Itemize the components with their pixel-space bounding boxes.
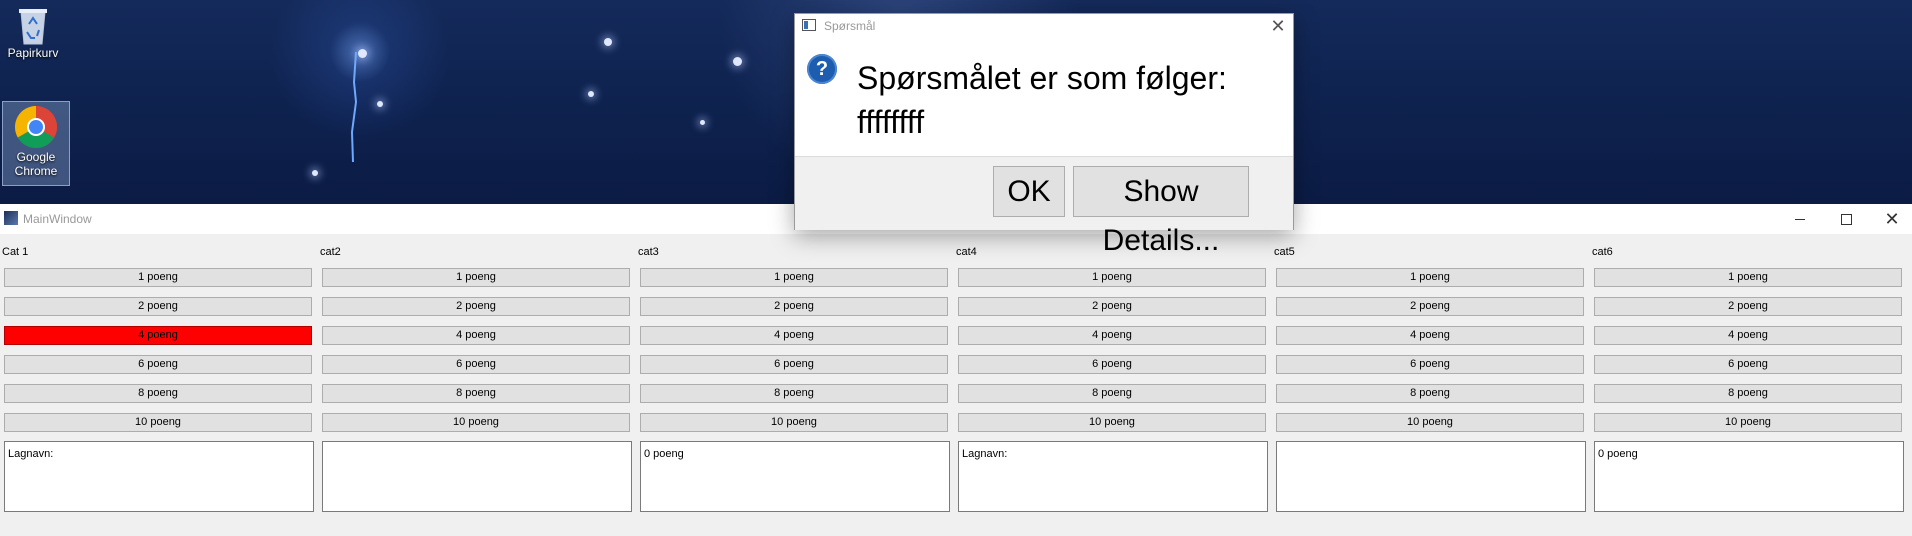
minimize-icon: [1795, 218, 1805, 220]
points-button-4[interactable]: 4 poeng: [640, 326, 948, 345]
points-button-1[interactable]: 1 poeng: [322, 268, 630, 287]
points-button-10[interactable]: 10 poeng: [4, 413, 312, 432]
team-text-box[interactable]: 0 poeng: [640, 441, 950, 512]
recycle-bin-icon: [19, 9, 47, 45]
points-button-6[interactable]: 6 poeng: [1594, 355, 1902, 374]
desktop-icon-label: Papirkurv: [7, 46, 59, 60]
points-button-1[interactable]: 1 poeng: [958, 268, 1266, 287]
star: [377, 101, 383, 107]
question-icon: ?: [807, 54, 837, 84]
lightning-streak: [350, 52, 358, 162]
chrome-icon: [14, 105, 58, 149]
points-button-1[interactable]: 1 poeng: [4, 268, 312, 287]
dialog-message-line: Spørsmålet er som følger:: [857, 60, 1227, 96]
show-details-button[interactable]: Show Details...: [1073, 166, 1249, 257]
points-button-2[interactable]: 2 poeng: [958, 297, 1266, 316]
points-button-2[interactable]: 2 poeng: [640, 297, 948, 316]
points-button-10[interactable]: 10 poeng: [640, 413, 948, 432]
ok-button[interactable]: OK: [993, 166, 1065, 217]
star: [588, 91, 594, 97]
close-icon: ✕: [1270, 16, 1286, 36]
team-text-box[interactable]: [322, 441, 632, 512]
category-label: cat5: [1274, 246, 1295, 258]
star: [700, 120, 705, 125]
points-button-6[interactable]: 6 poeng: [958, 355, 1266, 374]
points-button-4[interactable]: 4 poeng: [1276, 326, 1584, 345]
dialog-button-bar: OK Show Details...: [795, 156, 1293, 257]
maximize-button[interactable]: [1823, 204, 1869, 234]
points-button-6[interactable]: 6 poeng: [4, 355, 312, 374]
points-button-6[interactable]: 6 poeng: [640, 355, 948, 374]
team-text-box[interactable]: Lagnavn:: [4, 441, 314, 512]
points-button-2[interactable]: 2 poeng: [4, 297, 312, 316]
points-button-4[interactable]: 4 poeng: [322, 326, 630, 345]
points-button-10[interactable]: 10 poeng: [322, 413, 630, 432]
app-icon: [4, 211, 18, 225]
points-button-8[interactable]: 8 poeng: [1276, 384, 1584, 403]
dialog-title: Spørsmål: [824, 19, 876, 33]
window-title: MainWindow: [23, 212, 92, 226]
points-button-8[interactable]: 8 poeng: [4, 384, 312, 403]
category-label: cat3: [638, 246, 659, 258]
category-label: cat6: [1592, 246, 1613, 258]
points-button-8[interactable]: 8 poeng: [640, 384, 948, 403]
points-button-2[interactable]: 2 poeng: [322, 297, 630, 316]
dialog-message: Spørsmålet er som følger: ffffffff: [857, 56, 1227, 144]
points-button-4[interactable]: 4 poeng: [958, 326, 1266, 345]
close-icon: ✕: [1884, 209, 1900, 229]
main-window: MainWindow ✕ Cat 1 1 poeng 2 poeng 4 poe…: [0, 204, 1912, 536]
points-button-1[interactable]: 1 poeng: [1594, 268, 1902, 287]
points-button-6[interactable]: 6 poeng: [322, 355, 630, 374]
star: [312, 170, 318, 176]
maximize-icon: [1840, 213, 1852, 225]
points-button-6[interactable]: 6 poeng: [1276, 355, 1584, 374]
star: [733, 57, 742, 66]
points-button-4[interactable]: 4 poeng: [1594, 326, 1902, 345]
dialog-close-button[interactable]: ✕: [1265, 14, 1291, 38]
desktop-icon-recycle-bin[interactable]: Papirkurv: [0, 2, 66, 68]
desktop-icon-google-chrome[interactable]: Google Chrome: [2, 101, 70, 186]
question-dialog: Spørsmål ✕ ? Spørsmålet er som følger: f…: [794, 13, 1294, 257]
points-button-2[interactable]: 2 poeng: [1276, 297, 1584, 316]
category-label: cat2: [320, 246, 341, 258]
points-button-2[interactable]: 2 poeng: [1594, 297, 1902, 316]
points-button-1[interactable]: 1 poeng: [1276, 268, 1584, 287]
dialog-window-icon: [802, 19, 816, 31]
points-button-10[interactable]: 10 poeng: [958, 413, 1266, 432]
category-label: Cat 1: [2, 246, 29, 258]
team-text-box[interactable]: [1276, 441, 1586, 512]
team-text-box[interactable]: 0 poeng: [1594, 441, 1904, 512]
points-button-1[interactable]: 1 poeng: [640, 268, 948, 287]
team-text-box[interactable]: Lagnavn:: [958, 441, 1268, 512]
minimize-button[interactable]: [1777, 204, 1823, 234]
points-button-10[interactable]: 10 poeng: [1594, 413, 1902, 432]
points-button-8[interactable]: 8 poeng: [322, 384, 630, 403]
close-button[interactable]: ✕: [1869, 204, 1912, 234]
points-button-10[interactable]: 10 poeng: [1276, 413, 1584, 432]
dialog-message-line: ffffffff: [857, 104, 925, 140]
points-button-8[interactable]: 8 poeng: [958, 384, 1266, 403]
points-button-4[interactable]: 4 poeng: [4, 326, 312, 345]
points-button-8[interactable]: 8 poeng: [1594, 384, 1902, 403]
desktop-icon-label: Google Chrome: [14, 150, 58, 178]
star: [604, 38, 612, 46]
star: [358, 49, 367, 58]
category-label: cat4: [956, 246, 977, 258]
